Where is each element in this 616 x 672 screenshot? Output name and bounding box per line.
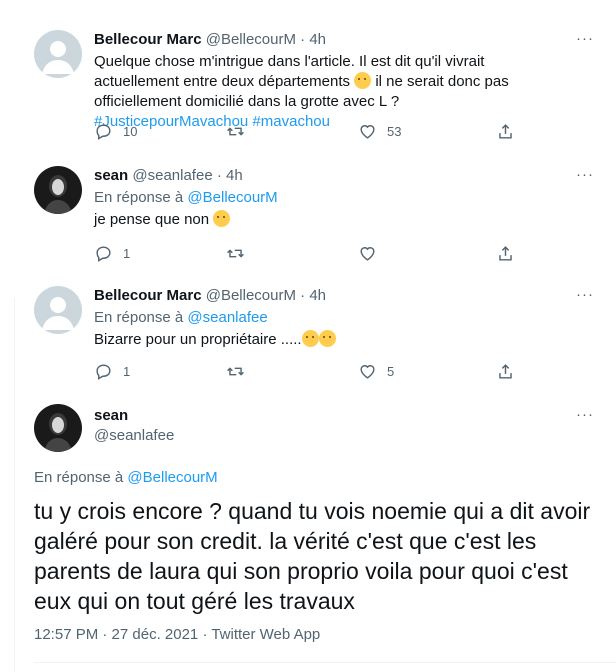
separator: · — [300, 287, 306, 304]
tweet-header: sean @seanlafee · 4h — [94, 166, 598, 186]
reply-count: 1 — [123, 246, 131, 261]
divider — [34, 662, 616, 663]
tweet-text: Bizarre pour un propriétaire ..... — [94, 330, 598, 350]
smirking-face-icon — [213, 210, 231, 227]
reply-button[interactable]: 10 — [94, 122, 137, 141]
separator: · — [216, 167, 222, 184]
like-button[interactable]: 53 — [358, 122, 401, 141]
heart-icon — [360, 247, 375, 261]
heart-icon — [360, 125, 375, 139]
heart-icon — [360, 365, 375, 379]
share-icon — [499, 364, 512, 379]
share-icon — [499, 246, 512, 261]
tweet-time[interactable]: 4h — [226, 167, 243, 184]
reply-button[interactable]: 1 — [94, 244, 130, 263]
more-options-icon[interactable]: ··· — [576, 286, 594, 303]
user-handle[interactable]: @seanlafee — [132, 167, 212, 184]
avatar[interactable] — [34, 404, 82, 452]
display-name[interactable]: sean — [94, 406, 174, 426]
author-info: sean @seanlafee — [94, 406, 174, 446]
more-options-icon[interactable]: ··· — [576, 166, 594, 183]
display-name[interactable]: Bellecour Marc — [94, 31, 202, 48]
retweet-button[interactable] — [226, 362, 245, 381]
user-handle[interactable]: @seanlafee — [94, 426, 174, 446]
tweet-actions: 1 5 — [94, 362, 534, 384]
tweet-text: je pense que non — [94, 210, 598, 230]
tweet-timestamp[interactable]: 12:57 PM · 27 déc. 2021 · Twitter Web Ap… — [34, 626, 320, 643]
reply-context: En réponse à @seanlafee — [94, 308, 598, 328]
like-count: 5 — [387, 364, 395, 379]
thinking-face-icon — [318, 330, 336, 347]
like-count: 53 — [387, 124, 402, 139]
avatar[interactable] — [34, 166, 82, 214]
more-options-icon[interactable]: ··· — [576, 406, 594, 423]
tweet-actions: 1 — [94, 244, 534, 266]
reply-to-link[interactable]: @BellecourM — [127, 469, 217, 486]
reply-to-link[interactable]: @BellecourM — [187, 189, 277, 206]
retweet-button[interactable] — [226, 122, 245, 141]
avatar[interactable] — [34, 286, 82, 334]
tweet-text-part: Bizarre pour un propriétaire ..... — [94, 331, 302, 348]
reply-icon — [96, 124, 111, 140]
reply-button[interactable]: 1 — [94, 362, 130, 381]
avatar[interactable] — [34, 30, 82, 78]
focused-tweet-text: tu y crois encore ? quand tu vois noemie… — [34, 498, 591, 614]
user-handle[interactable]: @BellecourM — [206, 31, 296, 48]
share-button[interactable] — [496, 122, 515, 141]
user-handle[interactable]: @BellecourM — [206, 287, 296, 304]
retweet-icon — [227, 249, 244, 258]
like-button[interactable]: 5 — [358, 362, 394, 381]
reply-count: 1 — [123, 364, 131, 379]
conversation-thread: Bellecour Marc @BellecourM · 4h ··· Quel… — [0, 0, 616, 672]
share-button[interactable] — [496, 362, 515, 381]
tweet-header: Bellecour Marc @BellecourM · 4h — [94, 30, 598, 50]
reply-icon — [96, 246, 111, 262]
reply-count: 10 — [123, 124, 138, 139]
display-name[interactable]: sean — [94, 167, 128, 184]
display-name[interactable]: Bellecour Marc — [94, 287, 202, 304]
tweet-time[interactable]: 4h — [309, 31, 326, 48]
retweet-icon — [227, 127, 244, 136]
retweet-icon — [227, 367, 244, 376]
like-button[interactable] — [358, 244, 377, 263]
reply-prefix: En réponse à — [34, 469, 128, 486]
tweet-header: Bellecour Marc @BellecourM · 4h — [94, 286, 598, 306]
tweet-actions: 10 53 — [94, 122, 534, 144]
reply-to-link[interactable]: @seanlafee — [187, 309, 267, 326]
retweet-button[interactable] — [226, 244, 245, 263]
share-button[interactable] — [496, 244, 515, 263]
more-options-icon[interactable]: ··· — [576, 30, 594, 47]
reply-icon — [96, 364, 111, 380]
tweet-text: Quelque chose m'intrigue dans l'article.… — [94, 52, 524, 132]
reply-prefix: En réponse à — [94, 309, 188, 326]
tweet-text-part: je pense que non — [94, 211, 214, 228]
reply-context: En réponse à @BellecourM — [94, 188, 598, 208]
thinking-face-icon — [354, 72, 372, 89]
separator: · — [300, 31, 306, 48]
share-icon — [499, 124, 512, 139]
thinking-face-icon — [301, 330, 319, 347]
thread-line — [14, 298, 15, 672]
reply-prefix: En réponse à — [94, 189, 188, 206]
tweet-time[interactable]: 4h — [309, 287, 326, 304]
reply-context: En réponse à @BellecourM — [34, 468, 218, 488]
